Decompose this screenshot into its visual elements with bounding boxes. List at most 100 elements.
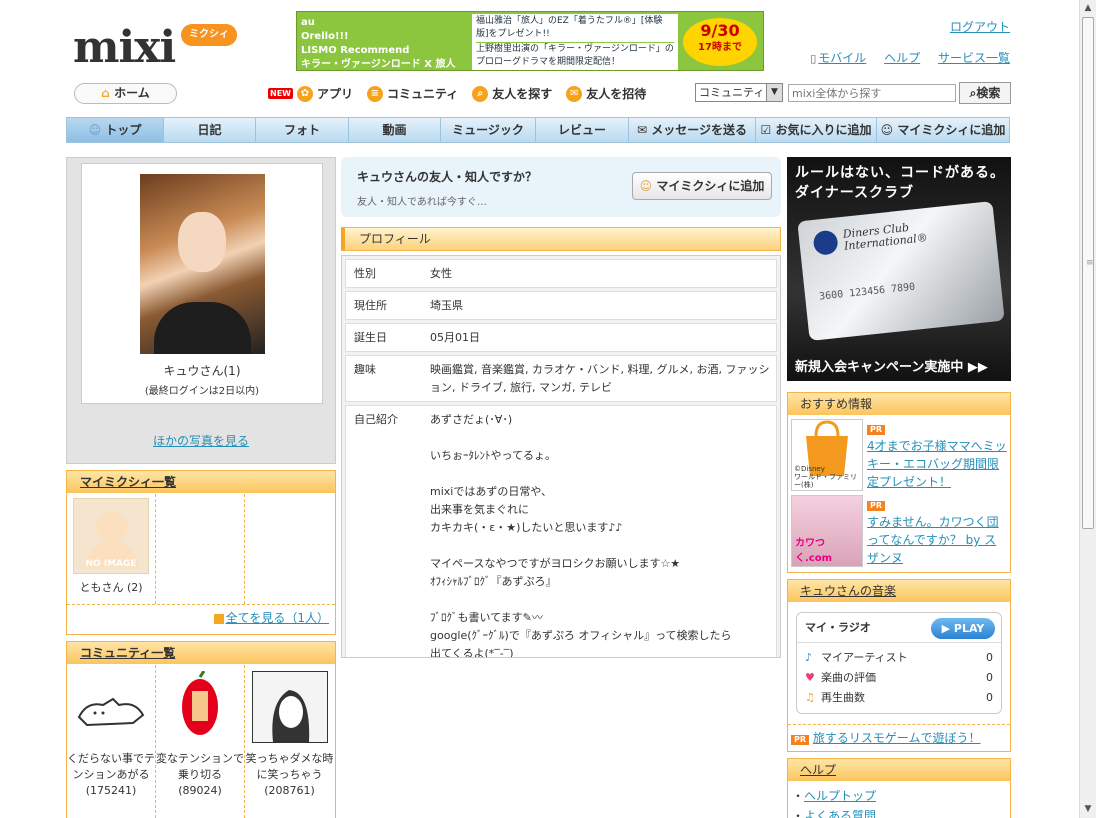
note-icon: ♫: [805, 691, 815, 704]
scroll-thumb[interactable]: ≡: [1082, 17, 1094, 529]
no-image-label: NO IMAGE: [85, 559, 137, 569]
services-link[interactable]: サービス一覧: [938, 51, 1010, 65]
diners-club-ad[interactable]: ルールはない、コードがある。 ダイナースクラブ Diners Club Inte…: [787, 157, 1011, 381]
header-links: ログアウト ▯ モバイル ヘルプ サービス一覧: [810, 18, 1010, 66]
music-stat-label: 楽曲の評価: [821, 671, 876, 684]
friend-subtext: 友人・知人であれば今すぐ…: [357, 197, 487, 208]
help-item[interactable]: ・よくある質問: [788, 806, 1010, 818]
pr-badge: PR: [867, 501, 886, 511]
main-navigation: ☺ トップ 日記 フォト 動画 ミュージック レビュー ✉ メッセージを送る ☑…: [66, 117, 1010, 143]
community-box: コミュニティ一覧 くだらない事でテンションあがる (175241) 変なテンショ…: [66, 641, 336, 818]
profile-photo[interactable]: [139, 174, 265, 354]
community-item[interactable]: 笑っちゃダメな時に笑っちゃう (208761): [245, 665, 334, 818]
add-favorite-button[interactable]: ☑ お気に入りに追加: [756, 118, 877, 142]
recommend-title: おすすめ情報: [788, 393, 1010, 415]
apps-icon: ✿: [296, 85, 313, 102]
profile-value: 05月01日: [430, 331, 480, 344]
kawatsuku-logo: カワつく.com: [795, 538, 833, 564]
lazy-cat-icon: [77, 697, 145, 727]
recommend-item[interactable]: カワつく.com PR すみません。カワつく団ってなんですか？ by スザンヌ: [788, 491, 1010, 567]
community-name: くだらない事でテンションあがる (175241): [67, 752, 155, 797]
search-scope-select[interactable]: コミュニティ ▼: [695, 83, 783, 102]
tab-music[interactable]: ミュージック: [441, 118, 536, 142]
lismo-game-link[interactable]: 旅するリスモゲームで遊ぼう！: [813, 731, 981, 745]
community-title[interactable]: コミュニティ一覧: [80, 646, 175, 660]
banner-date-badge: 9/30 17時まで: [683, 18, 757, 66]
play-button[interactable]: ▶ PLAY: [931, 618, 995, 639]
profile-key: 自己紹介: [354, 413, 398, 426]
tab-photo[interactable]: フォト: [256, 118, 349, 142]
friend-cell[interactable]: NO IMAGE ともさん (2): [67, 494, 156, 604]
page-scrollbar[interactable]: ▲ ≡ ▼: [1079, 0, 1096, 818]
envelope-icon: ✉: [566, 85, 583, 102]
recommend-item[interactable]: ©Disney ワールド・ファミリー(株) PR 4才までお子様ママへミッキー・エ…: [788, 415, 1010, 491]
profile-row: 趣味 映画鑑賞, 音楽鑑賞, カラオケ・バンド, 料理, グルメ, お酒, ファッ…: [345, 355, 777, 402]
community-link[interactable]: ≡ コミュニティ: [367, 85, 458, 102]
music-title[interactable]: キュウさんの音楽: [800, 584, 896, 598]
my-radio-label: マイ・ラジオ: [805, 621, 871, 634]
diners-ad-footer: 新規入会キャンペーン実施中 ▶▶: [795, 360, 988, 375]
house-icon: ⌂: [101, 86, 110, 100]
community-name: 笑っちゃダメな時に笑っちゃう (208761): [245, 752, 334, 797]
avatar-head: [96, 511, 128, 543]
faq-link[interactable]: よくある質問: [804, 809, 876, 818]
send-message-button[interactable]: ✉ メッセージを送る: [629, 118, 756, 142]
grip-icon: ≡: [1086, 258, 1094, 268]
add-mymixi-label: マイミクシィに追加: [897, 123, 1006, 137]
profile-key: 趣味: [354, 363, 376, 376]
send-message-label: メッセージを送る: [651, 123, 747, 137]
scroll-up-arrow-icon[interactable]: ▲: [1080, 0, 1096, 17]
help-title[interactable]: ヘルプ: [800, 763, 836, 777]
logout-link[interactable]: ログアウト: [810, 18, 1010, 35]
profile-value: 埼玉県: [430, 299, 463, 312]
suzanne-image: カワつく.com: [791, 495, 863, 567]
help-link[interactable]: ヘルプ: [884, 51, 920, 65]
profile-key: 性別: [354, 267, 376, 280]
search-button[interactable]: ⌕検索: [959, 82, 1011, 104]
find-friends-link[interactable]: ⌕ 友人を探す: [472, 85, 552, 102]
recommend-link[interactable]: 4才までお子様ママへミッキー・エコバッグ期間限定プレゼント！: [867, 439, 1007, 489]
music-stat-label: マイアーティスト: [821, 651, 908, 664]
apps-label: アプリ: [316, 87, 353, 101]
community-item[interactable]: 変なテンションで乗り切る (89024): [156, 665, 245, 818]
favorite-icon: ☑: [760, 123, 772, 137]
recommend-link[interactable]: すみません。カワつく団ってなんですか？ by スザンヌ: [867, 515, 999, 565]
mobile-icon: ▯: [810, 52, 817, 65]
artist-icon: ♪: [805, 651, 813, 664]
tab-review[interactable]: レビュー: [536, 118, 629, 142]
tab-top[interactable]: ☺ トップ: [67, 118, 164, 142]
tab-diary[interactable]: 日記: [164, 118, 256, 142]
cat-image: [73, 671, 149, 743]
search-input[interactable]: [788, 84, 956, 102]
more-photos-link[interactable]: ほかの写真を見る: [153, 434, 249, 448]
home-button[interactable]: ⌂ ホーム: [74, 83, 177, 104]
help-top-link[interactable]: ヘルプトップ: [804, 789, 876, 803]
mixi-logo[interactable]: mixi: [73, 22, 176, 73]
recommend-box: おすすめ情報 ©Disney ワールド・ファミリー(株) PR 4才までお子様ママ…: [787, 392, 1011, 573]
apple-image: [162, 670, 238, 743]
search-friends-icon: ⌕: [472, 85, 489, 102]
mobile-link[interactable]: モバイル: [818, 51, 866, 65]
add-mymixi-button[interactable]: ☺ マイミクシィに追加: [877, 118, 1009, 142]
diners-ad-line2: ダイナースクラブ: [795, 185, 915, 201]
scroll-down-arrow-icon[interactable]: ▼: [1080, 801, 1096, 818]
tab-video[interactable]: 動画: [349, 118, 441, 142]
manga-face-icon: [252, 672, 327, 742]
last-login: (最終ログインは2日以内): [144, 386, 260, 397]
add-to-mymixi-button[interactable]: ☺ マイミクシィに追加: [632, 172, 772, 200]
profile-row: 性別 女性: [345, 259, 777, 288]
eco-bag-caption: ©Disney ワールド・ファミリー(株): [794, 465, 857, 489]
top-ad-banner[interactable]: au Orello!!! LISMO Recommend キラー・ヴァージンロー…: [296, 11, 764, 71]
profile-value: 女性: [430, 267, 452, 280]
mymixi-title[interactable]: マイミクシィ一覧: [80, 475, 176, 489]
sub-navigation: NEW ✿ アプリ ≡ コミュニティ ⌕ 友人を探す ✉ 友人を招待: [268, 85, 646, 102]
music-stat-count: 0: [986, 691, 993, 704]
view-all-friends-link[interactable]: 全てを見る（1人）: [226, 611, 329, 625]
banner-left-text: au Orello!!! LISMO Recommend キラー・ヴァージンロー…: [301, 17, 456, 70]
invite-friends-link[interactable]: ✉ 友人を招待: [566, 85, 646, 102]
apps-link[interactable]: NEW ✿ アプリ: [268, 85, 353, 102]
help-item[interactable]: ・ヘルプトップ: [788, 786, 1010, 806]
add-friend-icon: ☺: [639, 179, 653, 193]
person-icon: ☺: [88, 123, 102, 137]
community-item[interactable]: くだらない事でテンションあがる (175241): [67, 665, 156, 818]
